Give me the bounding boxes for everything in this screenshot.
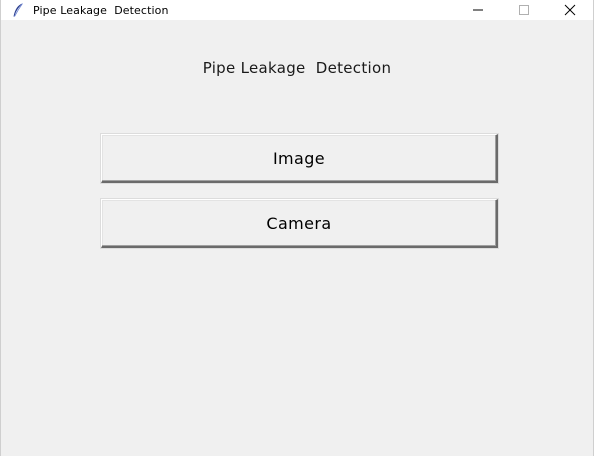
main-content: Pipe Leakage Detection Image Camera <box>1 20 593 456</box>
app-window: Pipe Leakage Detection Pipe Leakage Dete… <box>0 0 594 456</box>
window-controls <box>455 0 593 20</box>
camera-button-label: Camera <box>266 213 332 233</box>
title-bar[interactable]: Pipe Leakage Detection <box>1 0 593 20</box>
feather-icon <box>11 3 25 17</box>
maximize-button[interactable] <box>501 0 547 20</box>
image-button-label: Image <box>272 148 326 168</box>
minimize-icon <box>472 1 484 20</box>
close-button[interactable] <box>547 0 593 20</box>
maximize-icon <box>518 1 530 20</box>
minimize-button[interactable] <box>455 0 501 20</box>
window-title: Pipe Leakage Detection <box>33 3 169 17</box>
page-title: Pipe Leakage Detection <box>202 59 392 77</box>
camera-button[interactable]: Camera <box>101 199 498 248</box>
close-icon <box>564 1 576 20</box>
image-button[interactable]: Image <box>101 134 498 183</box>
